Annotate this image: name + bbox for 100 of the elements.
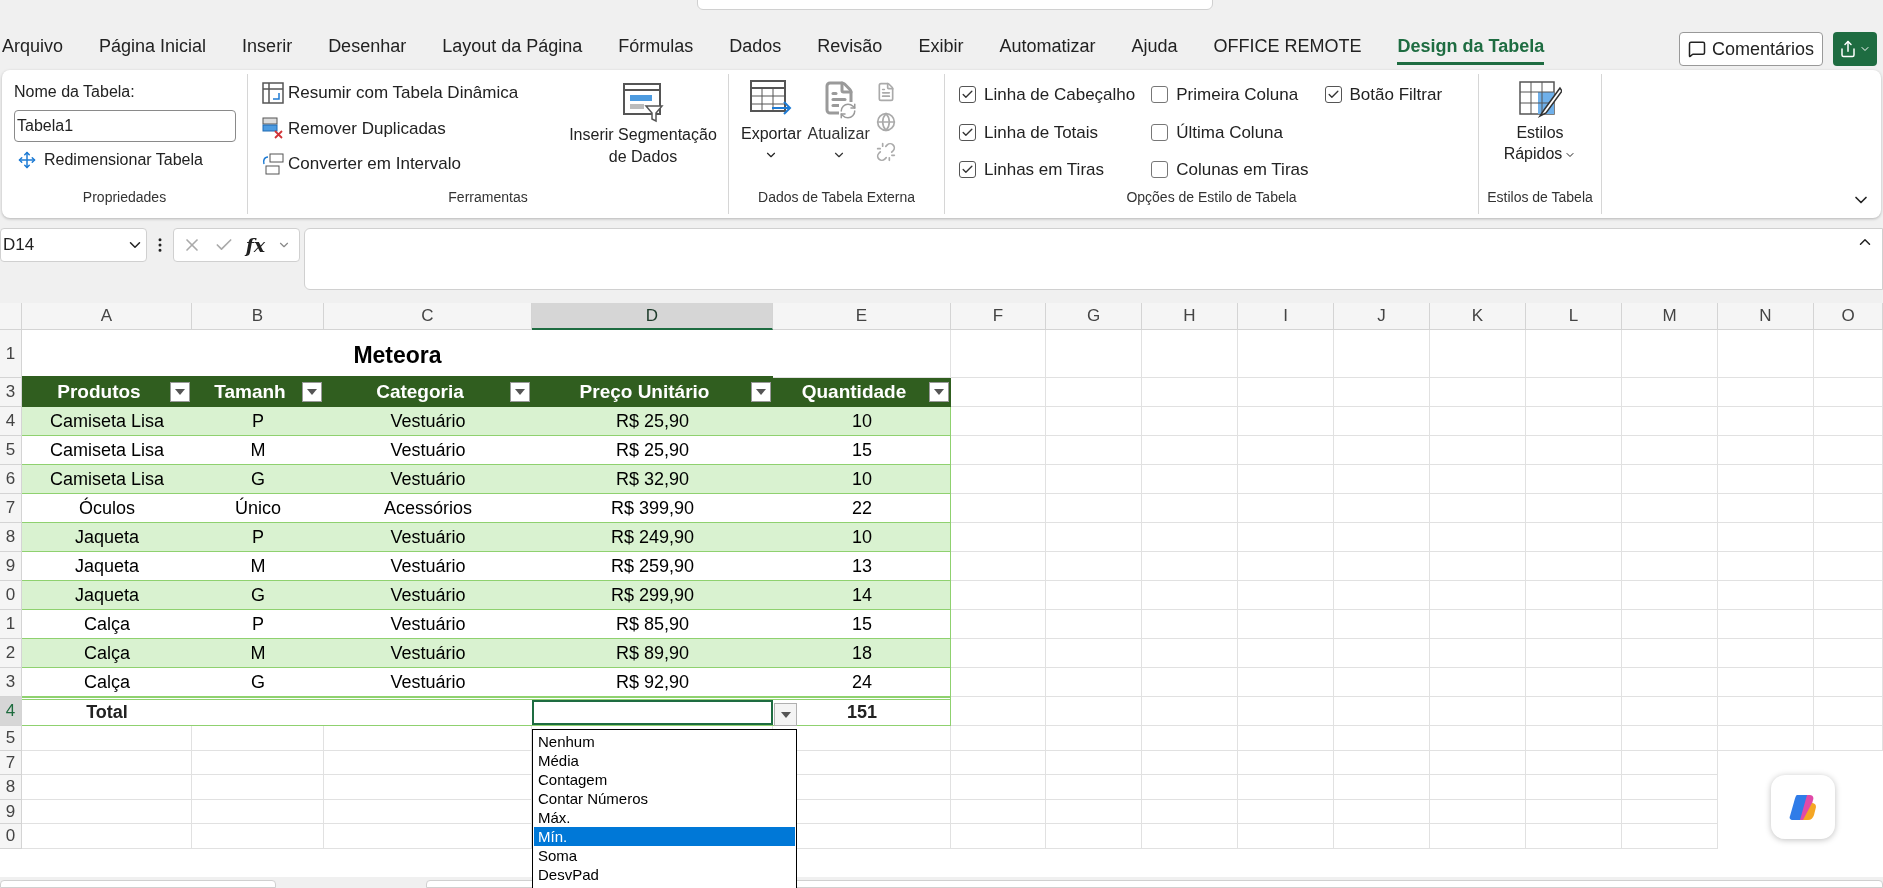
empty-cell[interactable] [1526,523,1622,552]
column-header[interactable]: I [1238,303,1334,330]
column-header[interactable]: O [1814,303,1883,330]
empty-cell[interactable] [951,824,1046,849]
column-header[interactable]: A [22,303,192,330]
menu-tab[interactable]: Exibir [918,33,964,65]
menu-tab[interactable]: Automatizar [999,33,1096,65]
empty-cell[interactable] [1046,330,1142,378]
empty-cell[interactable] [1142,697,1238,726]
empty-cell[interactable] [1238,494,1334,523]
empty-cell[interactable] [1334,407,1430,436]
menu-tab[interactable]: Design da Tabela [1397,33,1545,65]
empty-cell[interactable] [1238,697,1334,726]
column-header[interactable]: J [1334,303,1430,330]
empty-cell[interactable] [1334,465,1430,494]
empty-cell[interactable] [324,750,532,776]
row-header[interactable]: 5 [0,726,22,751]
row-header[interactable]: 0 [0,824,22,849]
checkbox[interactable] [1151,86,1169,104]
row-header[interactable]: 1 [0,610,22,639]
empty-cell[interactable] [1142,494,1238,523]
empty-cell[interactable] [1142,407,1238,436]
column-header[interactable]: N [1718,303,1814,330]
empty-cell[interactable] [951,775,1046,800]
empty-cell[interactable] [1334,726,1430,751]
empty-cell[interactable] [1526,639,1622,668]
empty-cell[interactable] [1718,494,1814,523]
checkbox[interactable] [959,86,976,104]
table-name-field[interactable]: Tabela1 [14,110,236,142]
filter-button[interactable] [929,382,949,402]
row-header[interactable]: 5 [0,436,22,465]
filter-button[interactable] [751,382,771,402]
empty-cell[interactable] [1622,697,1718,726]
name-box[interactable]: D14 [0,228,147,262]
empty-cell[interactable] [951,726,1046,751]
empty-cell[interactable] [1814,639,1883,668]
empty-cell[interactable] [1622,610,1718,639]
empty-cell[interactable] [1622,465,1718,494]
option-checkbox[interactable]: Colunas em Tiras [1151,157,1309,183]
empty-cell[interactable] [1526,610,1622,639]
empty-cell[interactable] [1142,639,1238,668]
checkbox[interactable] [1151,123,1169,141]
empty-cell[interactable] [1526,726,1622,751]
empty-cell[interactable] [1142,668,1238,697]
empty-cell[interactable] [1430,775,1526,800]
empty-cell[interactable] [1238,824,1334,849]
empty-cell[interactable] [1718,465,1814,494]
option-checkbox[interactable]: Linhas em Tiras [959,157,1136,183]
column-header[interactable]: E [773,303,951,330]
row-header[interactable]: 1 [0,330,22,378]
empty-cell[interactable] [1526,799,1622,825]
tool-button[interactable]: Resumir com Tabela Dinâmica [262,80,519,106]
empty-cell[interactable] [1526,407,1622,436]
menu-option[interactable]: Média [534,751,795,770]
empty-cell[interactable] [1430,581,1526,610]
empty-cell[interactable] [1334,436,1430,465]
empty-cell[interactable] [1142,799,1238,825]
empty-cell[interactable] [1622,330,1718,378]
empty-cell[interactable] [1238,775,1334,800]
empty-cell[interactable] [1238,799,1334,825]
empty-cell[interactable] [1430,552,1526,581]
globe-icon[interactable] [875,112,896,132]
empty-cell[interactable] [1334,523,1430,552]
empty-cell[interactable] [1046,639,1142,668]
empty-cell[interactable] [1526,775,1622,800]
empty-cell[interactable] [1430,378,1526,407]
empty-cell[interactable] [1430,330,1526,378]
empty-cell[interactable] [1622,726,1718,751]
empty-cell[interactable] [1718,726,1814,751]
menu-tab[interactable]: Página Inicial [99,33,207,65]
empty-cell[interactable] [1622,378,1718,407]
empty-cell[interactable] [1142,775,1238,800]
menu-tab[interactable]: Arquivo [2,33,64,65]
empty-cell[interactable] [1334,378,1430,407]
column-header[interactable]: H [1142,303,1238,330]
selected-cell[interactable] [532,700,773,725]
empty-cell[interactable] [1718,697,1814,726]
empty-cell[interactable] [1334,330,1430,378]
empty-cell[interactable] [1430,436,1526,465]
option-checkbox[interactable]: Botão Filtrar [1324,82,1443,108]
empty-cell[interactable] [1142,330,1238,378]
empty-cell[interactable] [1814,726,1883,751]
select-all-corner[interactable] [0,303,22,330]
empty-cell[interactable] [1238,610,1334,639]
empty-cell[interactable] [1718,610,1814,639]
empty-cell[interactable] [1718,378,1814,407]
option-checkbox[interactable]: Linha de Totais [959,119,1136,145]
row-header[interactable]: 7 [0,750,22,776]
empty-cell[interactable] [1142,465,1238,494]
menu-tab[interactable]: Ajuda [1131,33,1178,65]
empty-cell[interactable] [1622,824,1718,849]
empty-cell[interactable] [1622,552,1718,581]
row-header[interactable]: 9 [0,799,22,825]
dropdown-button[interactable] [774,703,797,726]
empty-cell[interactable] [1334,639,1430,668]
export-button[interactable]: Exportar [741,80,802,187]
empty-cell[interactable] [1622,668,1718,697]
empty-cell[interactable] [1334,750,1430,776]
empty-cell[interactable] [1622,407,1718,436]
tool-button[interactable]: Converter em Intervalo [262,151,519,177]
